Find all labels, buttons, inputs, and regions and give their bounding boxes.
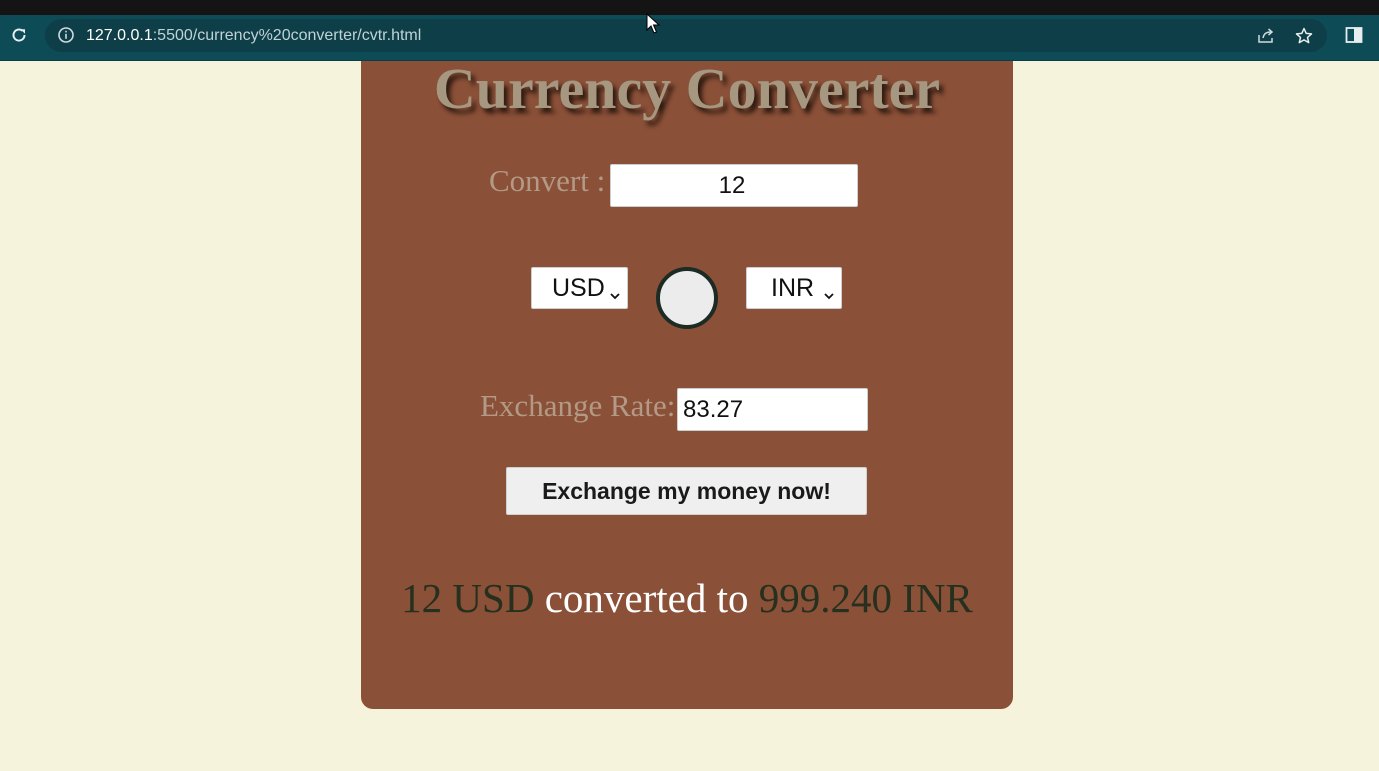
from-currency-select[interactable]: USD xyxy=(531,267,628,309)
url-text[interactable]: 127.0.0.1:5500/currency%20converter/cvtr… xyxy=(86,27,421,45)
url-path: :5500/currency%20converter/cvtr.html xyxy=(152,27,422,44)
from-currency-value: USD xyxy=(552,273,605,302)
star-icon[interactable] xyxy=(1293,25,1315,47)
convert-label: Convert : xyxy=(489,163,606,198)
chevron-down-icon xyxy=(822,281,836,300)
chevron-down-icon xyxy=(608,281,622,300)
reload-icon[interactable] xyxy=(8,24,30,46)
share-icon[interactable] xyxy=(1255,25,1277,47)
swap-button[interactable] xyxy=(656,267,718,329)
conversion-result: 12 USD converted to 999.240 INR xyxy=(361,574,1013,622)
converter-card: Currency Converter Convert : 12 USD INR … xyxy=(361,56,1013,709)
url-host: 127.0.0.1 xyxy=(86,27,153,44)
to-currency-value: INR xyxy=(771,273,815,302)
exchange-rate-label: Exchange Rate: xyxy=(480,388,676,423)
exchange-button[interactable]: Exchange my money now! xyxy=(506,467,867,515)
page-title: Currency Converter xyxy=(433,56,941,121)
info-icon[interactable] xyxy=(57,26,75,44)
result-to-amount: 999.240 INR xyxy=(758,575,973,621)
mouse-cursor-icon xyxy=(646,12,662,35)
amount-input[interactable]: 12 xyxy=(610,164,858,207)
result-from-amount: 12 USD xyxy=(401,575,535,621)
to-currency-select[interactable]: INR xyxy=(746,267,842,309)
window-top-strip xyxy=(0,0,1379,15)
exchange-rate-input[interactable]: 83.27 xyxy=(677,388,868,431)
side-panel-icon[interactable] xyxy=(1343,24,1365,46)
address-bar[interactable]: 127.0.0.1:5500/currency%20converter/cvtr… xyxy=(45,19,1327,52)
result-middle-text: converted to xyxy=(544,575,749,621)
